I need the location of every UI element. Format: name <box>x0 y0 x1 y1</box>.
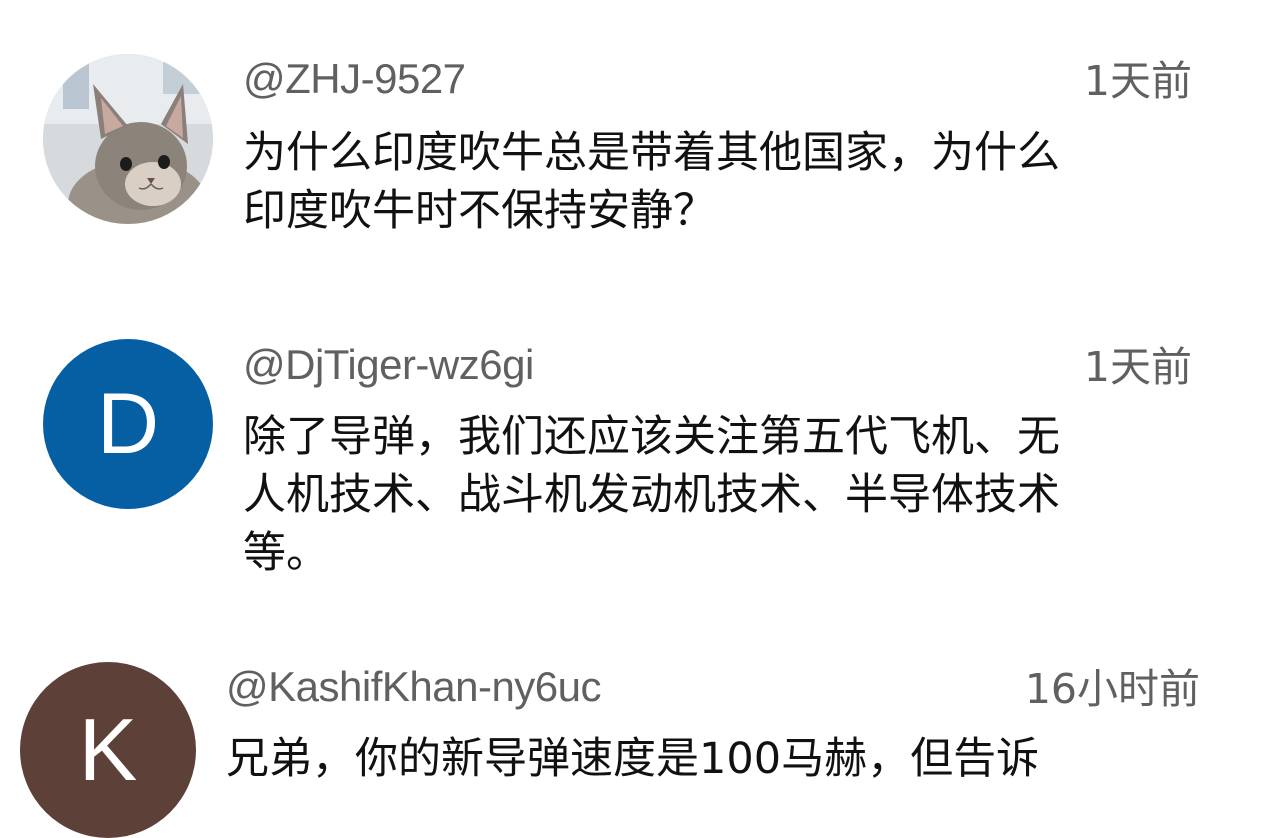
avatar-letter: K <box>78 700 138 799</box>
comment-text-line: 兄弟，你的新导弹速度是100马赫，但告诉 <box>226 734 1040 784</box>
avatar[interactable]: K <box>20 662 196 838</box>
comment-author[interactable]: @KashifKhan-ny6uc <box>226 662 602 712</box>
comment-item: K @KashifKhan-ny6uc 16小时前 兄弟，你的新导弹速度是100… <box>0 0 1280 838</box>
comment-timestamp: 16小时前 <box>1024 665 1200 713</box>
comment-text: 兄弟，你的新导弹速度是100马赫，但告诉 <box>226 730 1039 788</box>
